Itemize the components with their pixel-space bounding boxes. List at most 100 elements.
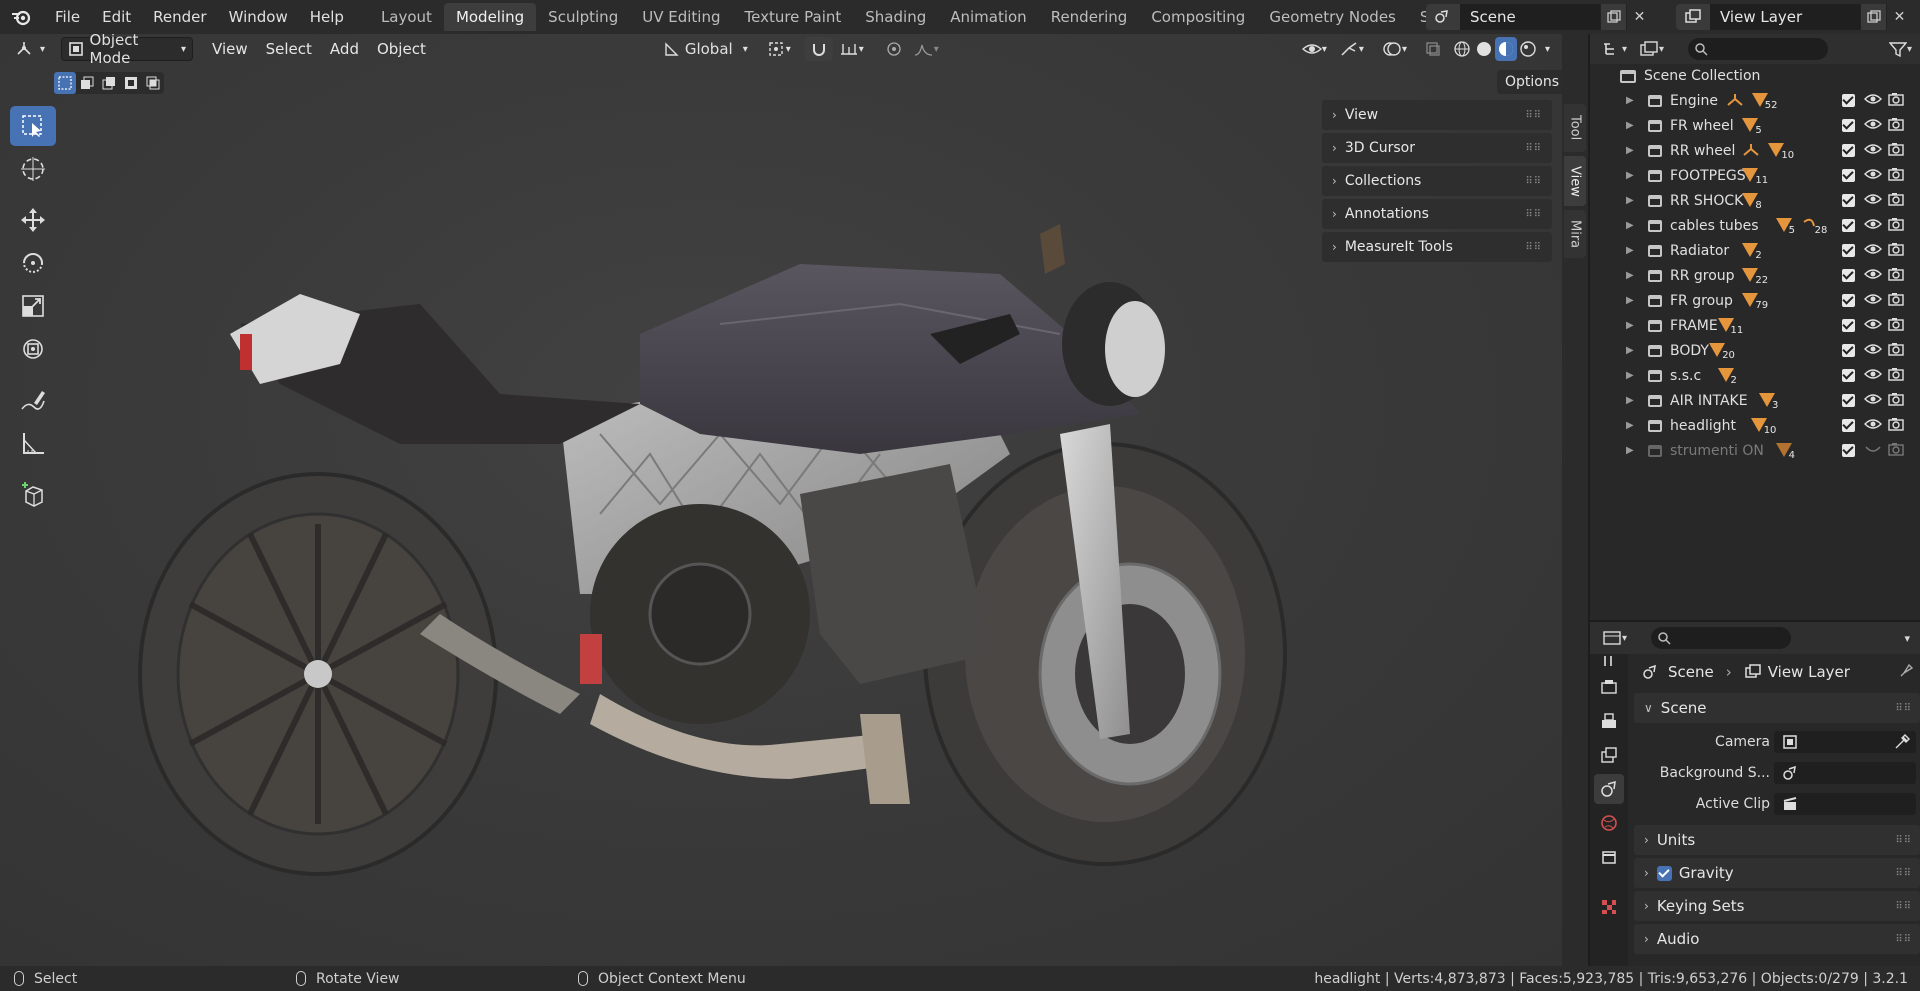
- tab-view[interactable]: View: [1564, 156, 1586, 206]
- transform-orientation-dropdown[interactable]: Global ▾: [657, 37, 754, 61]
- properties-editor-type-icon[interactable]: ▾: [1602, 630, 1627, 646]
- delete-scene-icon[interactable]: ✕: [1626, 4, 1652, 30]
- snap-toggle-icon[interactable]: [804, 37, 833, 61]
- outliner-collection-row[interactable]: ▶ Engine 52: [1590, 88, 1920, 113]
- tab-uv-editing[interactable]: UV Editing: [630, 3, 732, 31]
- transform-tool-icon[interactable]: [10, 329, 56, 369]
- outliner-editor-type-icon[interactable]: ▾: [1602, 41, 1627, 57]
- render-camera-icon[interactable]: [1888, 267, 1904, 285]
- texture-tab-icon[interactable]: [1594, 892, 1624, 922]
- eye-icon[interactable]: [1864, 193, 1882, 209]
- scene-panel-header[interactable]: ∨ Scene ⠿⠿: [1634, 693, 1920, 723]
- eye-icon[interactable]: [1864, 318, 1882, 334]
- eye-icon[interactable]: [1864, 418, 1882, 434]
- render-camera-icon[interactable]: [1888, 117, 1904, 135]
- exclude-checkbox[interactable]: [1842, 119, 1855, 132]
- tab-tool[interactable]: Tool: [1564, 104, 1586, 152]
- eye-closed-icon[interactable]: [1864, 443, 1882, 459]
- render-camera-icon[interactable]: [1888, 342, 1904, 360]
- shading-options-chevron-icon[interactable]: ▾: [1539, 37, 1556, 61]
- expand-arrow-icon[interactable]: ▶: [1626, 145, 1634, 156]
- rendered-shading-icon[interactable]: [1517, 37, 1539, 61]
- wireframe-shading-icon[interactable]: [1451, 37, 1473, 61]
- select-extend-icon[interactable]: [76, 72, 98, 94]
- outliner-search-input[interactable]: [1688, 38, 1829, 60]
- exclude-checkbox[interactable]: [1842, 369, 1855, 382]
- render-camera-icon[interactable]: [1888, 367, 1904, 385]
- material-preview-icon[interactable]: [1494, 37, 1517, 61]
- tab-compositing[interactable]: Compositing: [1139, 3, 1257, 31]
- drag-handle-icon[interactable]: ⠿⠿: [1525, 209, 1542, 220]
- pin-icon[interactable]: [1900, 663, 1914, 681]
- scene-icon[interactable]: [1426, 4, 1460, 30]
- view-layer-selector[interactable]: View Layer ✕: [1676, 4, 1912, 30]
- drag-handle-icon[interactable]: ⠿⠿: [1525, 176, 1542, 187]
- scale-tool-icon[interactable]: [10, 286, 56, 326]
- menu-file[interactable]: File: [44, 0, 91, 34]
- solid-shading-icon[interactable]: [1473, 37, 1495, 61]
- sidebar-panel-measureit-tools[interactable]: › MeasureIt Tools ⠿⠿: [1322, 232, 1552, 262]
- options-dropdown[interactable]: Options ▾: [1497, 70, 1562, 94]
- menu-render[interactable]: Render: [142, 0, 217, 34]
- new-view-layer-icon[interactable]: [1860, 4, 1886, 30]
- menu-window[interactable]: Window: [218, 0, 299, 34]
- panel-gravity[interactable]: › Gravity ⠿⠿: [1634, 858, 1920, 888]
- menu-edit[interactable]: Edit: [91, 0, 142, 34]
- expand-arrow-icon[interactable]: ▶: [1626, 445, 1634, 456]
- exclude-checkbox[interactable]: [1842, 144, 1855, 157]
- scene-selector[interactable]: Scene ✕: [1426, 4, 1652, 30]
- visibility-icon[interactable]: ▾: [1296, 37, 1333, 61]
- exclude-checkbox[interactable]: [1842, 394, 1855, 407]
- drag-handle-icon[interactable]: ⠿⠿: [1895, 835, 1912, 846]
- select-new-icon[interactable]: [54, 72, 76, 94]
- view-layer-name-field[interactable]: View Layer: [1710, 4, 1860, 30]
- new-scene-icon[interactable]: [1600, 4, 1626, 30]
- render-camera-icon[interactable]: [1888, 167, 1904, 185]
- rotate-tool-icon[interactable]: [10, 243, 56, 283]
- tab-rendering[interactable]: Rendering: [1039, 3, 1140, 31]
- falloff-icon[interactable]: ▾: [908, 37, 945, 61]
- drag-handle-icon[interactable]: ⠿⠿: [1895, 934, 1912, 945]
- eye-icon[interactable]: [1864, 293, 1882, 309]
- exclude-checkbox[interactable]: [1842, 94, 1855, 107]
- properties-search-input[interactable]: [1651, 627, 1792, 649]
- exclude-checkbox[interactable]: [1842, 419, 1855, 432]
- render-camera-icon[interactable]: [1888, 142, 1904, 160]
- measure-tool-icon[interactable]: [10, 423, 56, 463]
- viewport-menu-select[interactable]: Select: [257, 37, 321, 61]
- tab-texture-paint[interactable]: Texture Paint: [732, 3, 853, 31]
- expand-arrow-icon[interactable]: ▶: [1626, 320, 1634, 331]
- tab-modeling[interactable]: Modeling: [443, 3, 537, 31]
- eye-icon[interactable]: [1864, 143, 1882, 159]
- expand-arrow-icon[interactable]: ▶: [1626, 170, 1634, 181]
- xray-icon[interactable]: [1419, 37, 1447, 61]
- eye-icon[interactable]: [1864, 168, 1882, 184]
- camera-field[interactable]: [1774, 730, 1916, 753]
- expand-arrow-icon[interactable]: ▶: [1626, 345, 1634, 356]
- render-camera-icon[interactable]: [1888, 217, 1904, 235]
- background-scene-field[interactable]: [1774, 761, 1916, 784]
- expand-arrow-icon[interactable]: ▶: [1626, 220, 1634, 231]
- select-box-tool-icon[interactable]: [10, 106, 56, 146]
- tab-animation[interactable]: Animation: [938, 3, 1038, 31]
- exclude-checkbox[interactable]: [1842, 344, 1855, 357]
- blender-logo-icon[interactable]: [10, 6, 32, 28]
- eye-icon[interactable]: [1864, 268, 1882, 284]
- eye-icon[interactable]: [1864, 243, 1882, 259]
- render-camera-icon[interactable]: [1888, 192, 1904, 210]
- snap-target-icon[interactable]: ▾: [833, 37, 870, 61]
- select-invert-icon[interactable]: [120, 72, 142, 94]
- sidebar-panel-3d-cursor[interactable]: › 3D Cursor ⠿⠿: [1322, 133, 1552, 163]
- object-mode-dropdown[interactable]: Object Mode ▾: [61, 34, 194, 67]
- overlays-icon[interactable]: ▾: [1376, 37, 1413, 61]
- sidebar-panel-collections[interactable]: › Collections ⠿⠿: [1322, 166, 1552, 196]
- outliner-collection-row[interactable]: ▶ strumenti ON 4: [1590, 438, 1920, 463]
- panel-keying-sets[interactable]: › Keying Sets ⠿⠿: [1634, 891, 1920, 921]
- viewport-menu-view[interactable]: View: [203, 37, 257, 61]
- exclude-checkbox[interactable]: [1842, 444, 1855, 457]
- active-clip-field[interactable]: [1774, 792, 1916, 815]
- expand-arrow-icon[interactable]: ▶: [1626, 295, 1634, 306]
- scene-collection-row[interactable]: Scene Collection: [1590, 64, 1920, 88]
- exclude-checkbox[interactable]: [1842, 219, 1855, 232]
- panel-audio[interactable]: › Audio ⠿⠿: [1634, 924, 1920, 954]
